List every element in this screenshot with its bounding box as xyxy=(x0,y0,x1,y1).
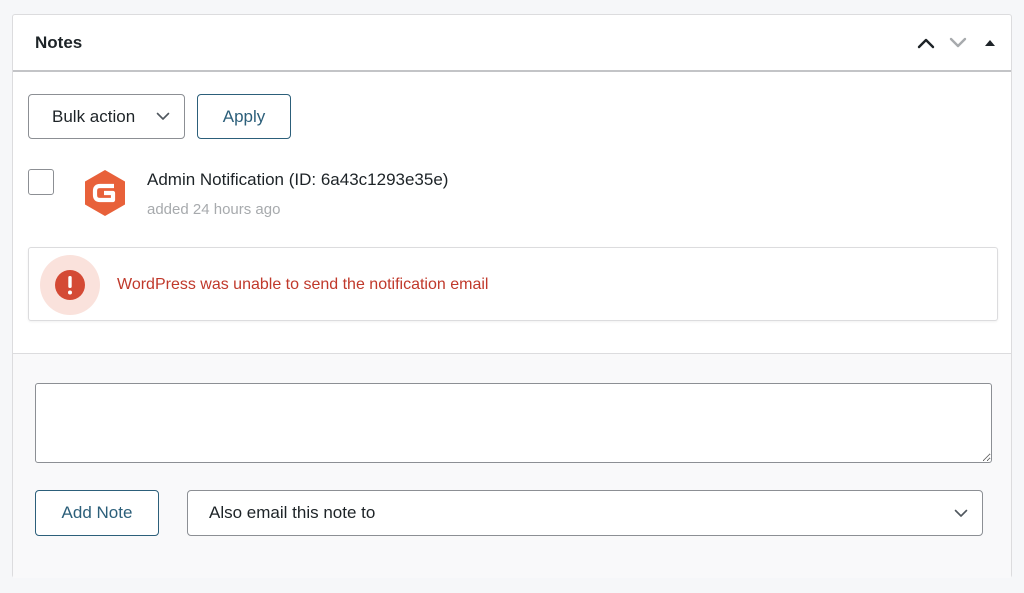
note-item: Admin Notification (ID: 6a43c1293e35e) a… xyxy=(28,168,988,228)
toggle-panel-button[interactable] xyxy=(979,32,1001,54)
move-up-button[interactable] xyxy=(915,32,937,54)
note-title: Admin Notification (ID: 6a43c1293e35e) xyxy=(147,170,449,189)
email-recipient-select[interactable]: Also email this note to xyxy=(187,490,983,536)
chevron-up-icon xyxy=(917,38,935,48)
note-textarea[interactable] xyxy=(35,383,992,463)
error-message: WordPress was unable to send the notific… xyxy=(117,276,489,293)
exclamation-icon xyxy=(55,270,85,300)
error-icon-background xyxy=(40,255,100,315)
note-select-checkbox[interactable] xyxy=(28,169,54,195)
apply-button[interactable]: Apply xyxy=(197,94,291,139)
panel-title: Notes xyxy=(35,32,83,52)
triangle-up-icon xyxy=(985,39,995,46)
chevron-down-icon xyxy=(156,112,170,120)
bulk-action-select[interactable]: Bulk action xyxy=(28,94,185,139)
notes-panel: Notes Bulk action Apply Admin Notificati… xyxy=(12,14,1012,578)
panel-header: Notes xyxy=(13,15,1011,72)
error-notice: WordPress was unable to send the notific… xyxy=(28,247,998,321)
chevron-down-icon xyxy=(954,509,968,517)
chevron-down-icon xyxy=(949,37,967,47)
bulk-toolbar: Bulk action Apply xyxy=(28,94,291,139)
gravity-forms-logo-icon xyxy=(85,170,125,216)
move-down-button[interactable] xyxy=(947,32,969,54)
note-timestamp: added 24 hours ago xyxy=(147,201,281,218)
email-select-label: Also email this note to xyxy=(209,503,376,522)
bulk-action-label: Bulk action xyxy=(52,106,136,126)
add-note-button[interactable]: Add Note xyxy=(35,490,159,536)
panel-header-controls xyxy=(915,32,1011,54)
